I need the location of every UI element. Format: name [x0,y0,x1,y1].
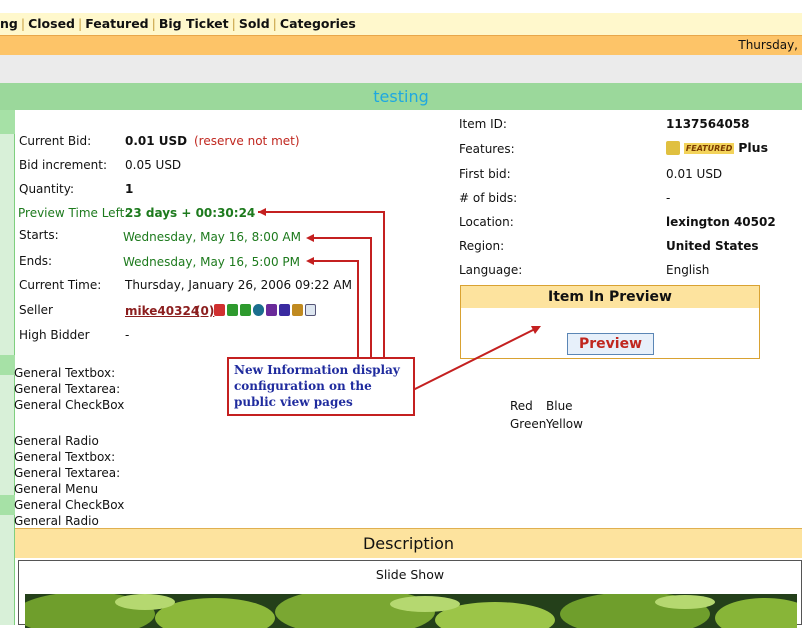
arrow-line-starts [308,237,372,357]
slideshow-image[interactable] [25,594,797,628]
slideshow-title: Slide Show [375,567,445,582]
description-header: Description [15,528,802,558]
annotation-callout: New Information display configuration on… [227,357,415,416]
slideshow-panel: Slide Show [18,560,802,628]
arrow-line-ends [308,260,359,357]
arrow-line-preview-time [258,211,385,357]
arrow-line-preview [412,328,536,391]
arrow-head-icon [306,234,314,242]
arrow-head-icon [306,257,314,265]
arrow-head-icon [258,208,266,216]
leaf-image [25,594,797,628]
